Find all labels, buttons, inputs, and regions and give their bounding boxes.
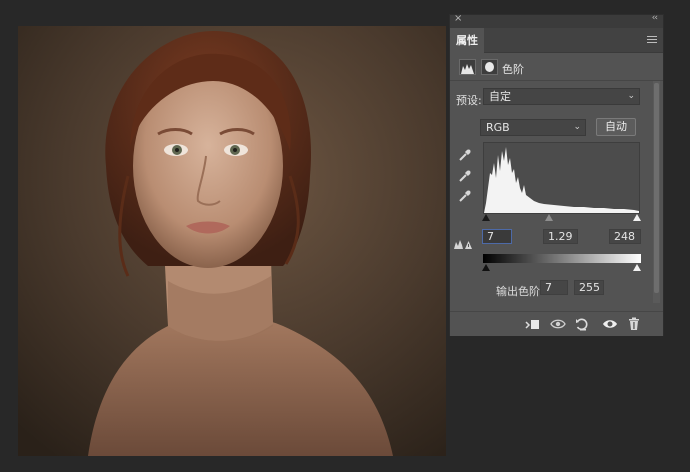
auto-button[interactable]: 自动 [596, 118, 636, 136]
panel-menu-icon[interactable] [647, 36, 657, 44]
panel-tab-bar: 属性 [450, 28, 663, 53]
preset-label: 预设: [456, 94, 482, 107]
histogram [483, 142, 640, 214]
adjustment-header: 色阶 [450, 54, 663, 81]
delete-icon[interactable] [626, 316, 642, 332]
clip-to-layer-icon[interactable] [524, 316, 540, 332]
preset-value: 自定 [489, 90, 511, 103]
output-gradient-bar [483, 254, 641, 263]
output-black-field[interactable]: 7 [540, 280, 568, 295]
visibility-icon[interactable] [602, 316, 618, 332]
output-white-field[interactable]: 255 [574, 280, 604, 295]
input-white-field[interactable]: 248 [609, 229, 641, 244]
portrait-image [18, 26, 446, 456]
layer-mask-icon[interactable] [481, 59, 498, 75]
chevron-down-icon: ⌄ [573, 122, 581, 132]
channel-dropdown[interactable]: RGB ⌄ [480, 119, 586, 136]
adjustment-title: 色阶 [502, 63, 524, 76]
gray-point-eyedropper-icon[interactable] [458, 168, 472, 182]
channel-value: RGB [486, 121, 510, 134]
input-levels-slider[interactable] [482, 214, 643, 224]
panel-footer [450, 311, 663, 336]
reset-icon[interactable] [574, 316, 590, 332]
output-levels-label: 输出色阶: [496, 285, 544, 298]
chevron-down-icon: ⌄ [627, 91, 635, 101]
preset-dropdown[interactable]: 自定 ⌄ [483, 88, 640, 105]
collapse-panel-button[interactable]: ‹‹ [652, 13, 658, 23]
input-gamma-field[interactable]: 1.29 [543, 229, 578, 244]
input-black-field[interactable]: 7 [482, 229, 512, 244]
close-panel-button[interactable]: × [454, 13, 462, 24]
scrollbar-thumb[interactable] [654, 83, 659, 293]
photoshop-workspace: × ‹‹ 属性 色阶 预设: 自定 ⌄ RGB ⌄ 自动 7 1.29 248 … [0, 0, 690, 472]
output-white-handle[interactable] [633, 264, 641, 271]
view-previous-state-icon[interactable] [550, 316, 566, 332]
document-canvas[interactable] [18, 26, 446, 456]
panel-scrollbar[interactable] [653, 81, 660, 303]
black-point-eyedropper-icon[interactable] [458, 147, 472, 161]
white-point-eyedropper-icon[interactable] [458, 188, 472, 202]
input-white-handle[interactable] [633, 214, 641, 221]
properties-panel: × ‹‹ 属性 色阶 预设: 自定 ⌄ RGB ⌄ 自动 7 1.29 248 … [449, 13, 664, 336]
tab-properties[interactable]: 属性 [450, 28, 484, 53]
output-black-handle[interactable] [482, 264, 490, 271]
panel-title-bar: × ‹‹ [450, 13, 663, 28]
levels-adjustment-icon[interactable] [459, 59, 476, 75]
input-black-handle[interactable] [482, 214, 490, 221]
output-levels-slider[interactable] [482, 264, 643, 274]
input-gamma-handle[interactable] [545, 214, 553, 221]
clipping-warning-icon[interactable] [454, 235, 472, 249]
